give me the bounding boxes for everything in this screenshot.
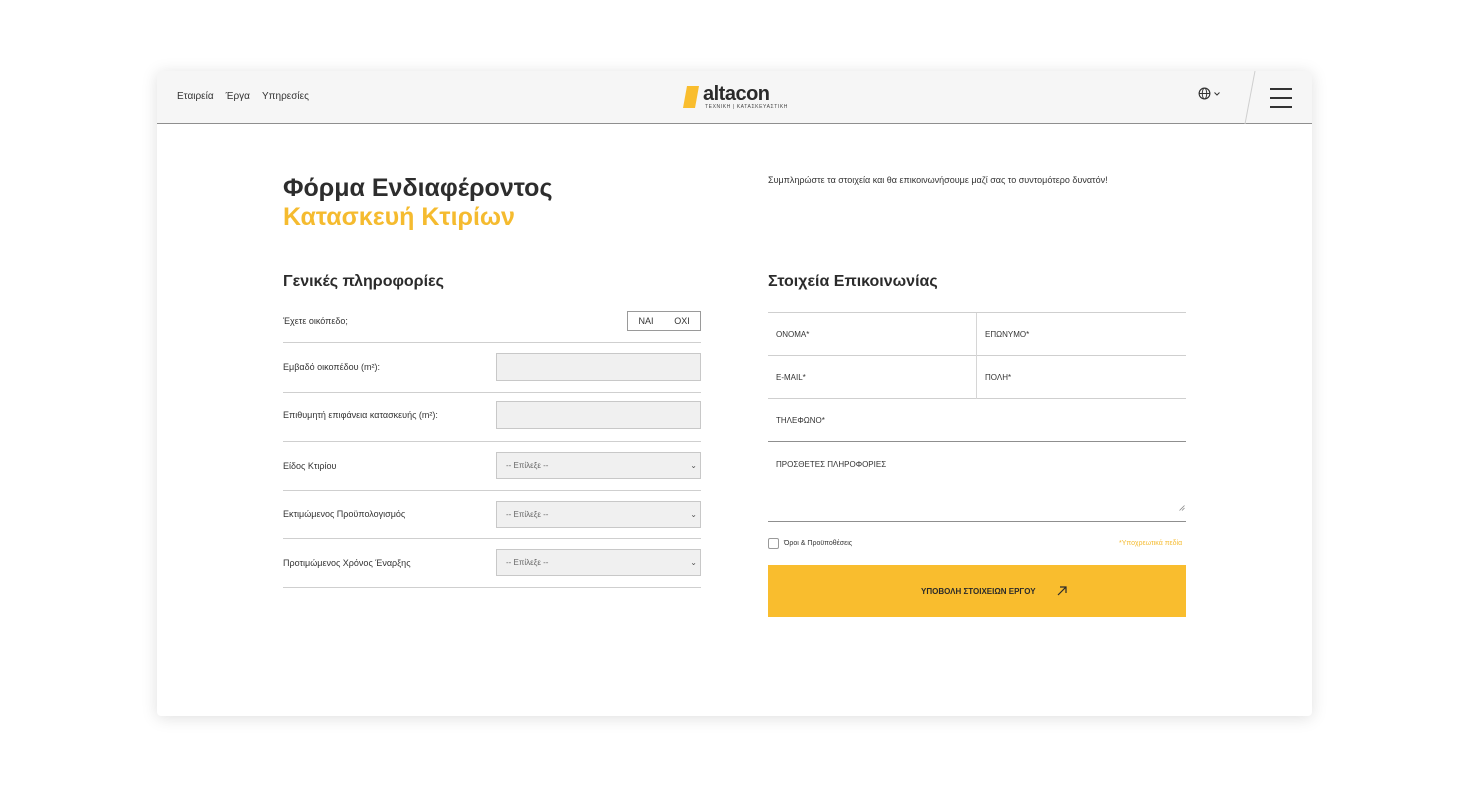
- start-time-value: -- Επίλεξε --: [506, 558, 549, 567]
- chevron-down-icon: ⌄: [690, 558, 697, 567]
- plot-row: Έχετε οικόπεδο; ΝΑΙ ΟΧΙ: [283, 311, 701, 343]
- logo-mark-icon: [683, 86, 699, 108]
- building-type-select[interactable]: -- Επίλεξε -- ⌄: [496, 452, 701, 479]
- logo-tagline: ΤΕΧΝΙΚΗ | ΚΑΤΑΣΚΕΥΑΣΤΙΚΗ: [705, 104, 789, 110]
- last-name-field[interactable]: ΕΠΩΝΥΜΟ*: [977, 313, 1186, 356]
- chevron-down-icon: ⌄: [690, 510, 697, 519]
- budget-label: Εκτιμώμενος Προϋπολογισμός: [283, 509, 406, 519]
- page-card: Εταιρεία Έργα Υπηρεσίες altacon ΤΕΧΝΙΚΗ …: [157, 71, 1312, 716]
- first-name-field[interactable]: ΟΝΟΜΑ*: [768, 313, 977, 356]
- contact-title: Στοιχεία Επικοινωνίας: [768, 273, 938, 290]
- chevron-down-icon: ⌄: [690, 461, 697, 470]
- logo-text: altacon: [703, 83, 770, 105]
- extra-info-label: ΠΡΟΣΘΕΤΕΣ ΠΛΗΡΟΦΟΡΙΕΣ: [776, 460, 887, 469]
- general-info-title: Γενικές πληροφορίες: [283, 273, 444, 290]
- altacon-logo[interactable]: altacon ΤΕΧΝΙΚΗ | ΚΑΤΑΣΚΕΥΑΣΤΙΚΗ: [683, 83, 793, 111]
- email-field[interactable]: E-MAIL*: [768, 356, 977, 399]
- plot-area-row: Εμβαδό οικοπέδου (m²):: [283, 343, 701, 393]
- field-divider: [976, 313, 977, 399]
- chevron-down-icon: [1214, 91, 1220, 96]
- plot-area-input[interactable]: [496, 353, 701, 381]
- extra-info-textarea[interactable]: ΠΡΟΣΘΕΤΕΣ ΠΛΗΡΟΦΟΡΙΕΣ: [768, 442, 1186, 522]
- resize-handle-icon: [1179, 505, 1185, 511]
- globe-icon: [1198, 87, 1211, 100]
- plot-toggle: ΝΑΙ ΟΧΙ: [627, 311, 701, 331]
- budget-value: -- Επίλεξε --: [506, 510, 549, 519]
- arrow-up-right-icon: [1057, 586, 1067, 596]
- building-type-row: Είδος Κτιρίου -- Επίλεξε -- ⌄: [283, 442, 701, 491]
- build-area-row: Επιθυμητή επιφάνεια κατασκευής (m²):: [283, 393, 701, 442]
- site-header: Εταιρεία Έργα Υπηρεσίες altacon ΤΕΧΝΙΚΗ …: [157, 71, 1312, 124]
- nav-services[interactable]: Υπηρεσίες: [262, 91, 309, 102]
- building-type-label: Είδος Κτιρίου: [283, 461, 337, 471]
- phone-field[interactable]: ΤΗΛΕΦΩΝΟ*: [768, 399, 1186, 442]
- page-title: Φόρμα Ενδιαφέροντος: [283, 174, 553, 202]
- submit-label: ΥΠΟΒΟΛΗ ΣΤΟΙΧΕΙΩΝ ΕΡΓΟΥ: [921, 587, 1036, 596]
- terms-label[interactable]: Όροι & Προϋποθέσεις: [784, 540, 852, 547]
- no-option[interactable]: ΟΧΙ: [664, 312, 700, 330]
- terms-checkbox[interactable]: [768, 538, 779, 549]
- plot-area-label: Εμβαδό οικοπέδου (m²):: [283, 362, 381, 372]
- nav-company[interactable]: Εταιρεία: [177, 91, 214, 102]
- main-nav: Εταιρεία Έργα Υπηρεσίες: [177, 91, 309, 102]
- city-field[interactable]: ΠΟΛΗ*: [977, 356, 1186, 399]
- page-subtitle: Κατασκευή Κτιρίων: [283, 203, 515, 231]
- start-time-select[interactable]: -- Επίλεξε -- ⌄: [496, 549, 701, 576]
- required-note: *Υποχρεωτικά πεδία: [1119, 540, 1183, 547]
- build-area-label: Επιθυμητή επιφάνεια κατασκευής (m²):: [283, 410, 438, 420]
- intro-text: Συμπληρώστε τα στοιχεία και θα επικοινων…: [768, 175, 1108, 185]
- budget-row: Εκτιμώμενος Προϋπολογισμός -- Επίλεξε --…: [283, 491, 701, 539]
- start-time-row: Προτιμώμενος Χρόνος Έναρξης -- Επίλεξε -…: [283, 539, 701, 588]
- header-divider: [1244, 71, 1256, 124]
- nav-projects[interactable]: Έργα: [226, 91, 250, 102]
- building-type-value: -- Επίλεξε --: [506, 461, 549, 470]
- yes-option[interactable]: ΝΑΙ: [628, 312, 664, 330]
- build-area-input[interactable]: [496, 401, 701, 429]
- hamburger-icon[interactable]: [1270, 85, 1292, 111]
- submit-button[interactable]: ΥΠΟΒΟΛΗ ΣΤΟΙΧΕΙΩΝ ΕΡΓΟΥ: [768, 565, 1186, 617]
- plot-question: Έχετε οικόπεδο;: [283, 316, 348, 326]
- budget-select[interactable]: -- Επίλεξε -- ⌄: [496, 501, 701, 528]
- language-selector[interactable]: [1198, 87, 1221, 100]
- start-time-label: Προτιμώμενος Χρόνος Έναρξης: [283, 558, 411, 568]
